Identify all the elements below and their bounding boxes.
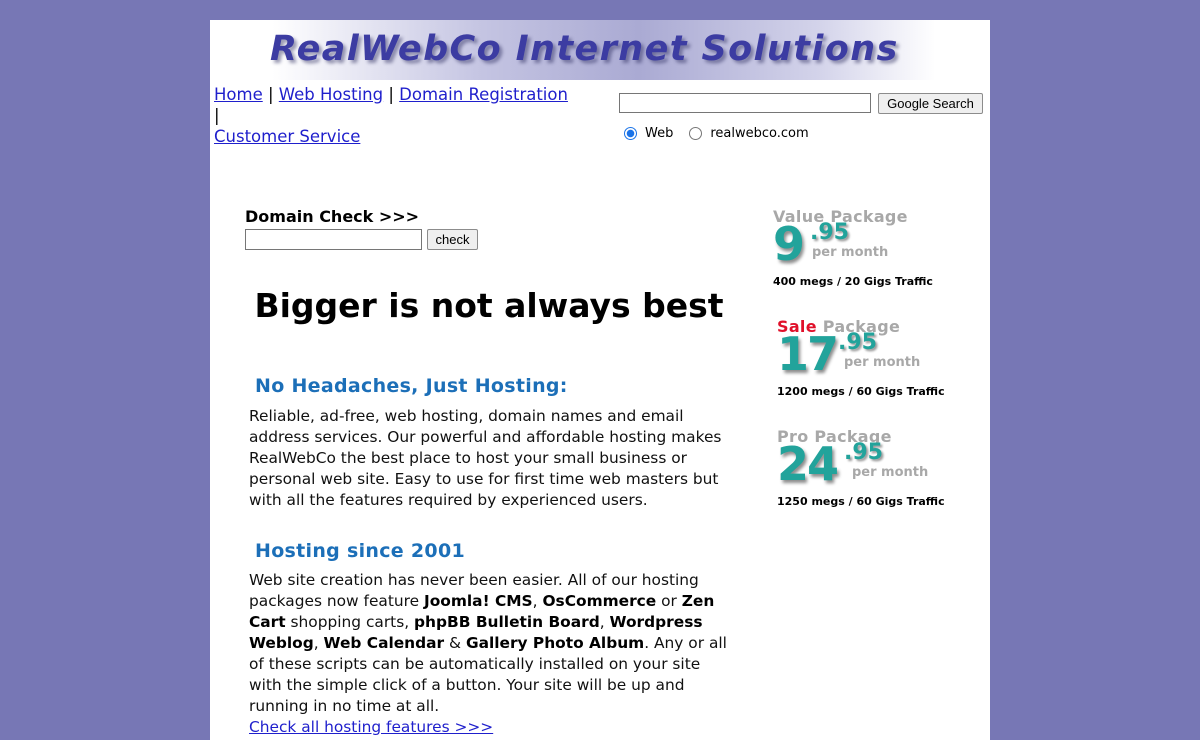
package-price-cents: .95 [844,440,883,465]
search-scope-options: Web realwebco.com [624,126,809,141]
search-site-radio[interactable] [689,127,703,140]
domain-check-label: Domain Check >>> [245,207,420,226]
package-price: 24 [777,437,839,491]
nav-link-web-hosting[interactable]: Web Hosting [279,85,383,104]
domain-check-input[interactable] [245,229,422,250]
search-web-label: Web [645,126,674,141]
page-headline: Bigger is not always best [254,286,724,325]
feature-web-calendar: Web Calendar [323,634,445,652]
nav-separator: | [214,106,220,125]
section-title-hosting-since: Hosting since 2001 [255,540,465,562]
package-value[interactable]: Value Package 9 .95 per month 400 megs /… [773,207,973,307]
package-pro[interactable]: Pro Package 24 .95 per month 1250 megs /… [777,427,977,527]
nav-separator: | [267,85,274,104]
feature-phpbb: phpBB Bulletin Board [414,613,600,631]
package-per-month: per month [844,355,921,370]
package-traffic: 1250 megs / 60 Gigs Traffic [777,495,945,508]
package-traffic: 1200 megs / 60 Gigs Traffic [777,385,945,398]
search-input[interactable] [619,93,871,113]
nav-link-domain-registration[interactable]: Domain Registration [399,85,568,104]
package-per-month: per month [852,465,929,480]
google-search-button[interactable]: Google Search [878,93,983,114]
header-banner: RealWebCo Internet Solutions [210,20,990,80]
package-traffic: 400 megs / 20 Gigs Traffic [773,275,933,288]
section-text-hosting-since: Web site creation has never been easier.… [249,571,727,715]
feature-joomla: Joomla! CMS [424,592,533,610]
page-container: RealWebCo Internet Solutions Home | Web … [210,20,990,740]
site-logo-title: RealWebCo Internet Solutions [270,29,899,69]
nav-link-customer-service[interactable]: Customer Service [214,127,360,146]
package-per-month: per month [812,245,889,260]
domain-check-button[interactable]: check [427,229,478,250]
package-price-cents: .95 [810,220,849,245]
package-price-cents: .95 [838,330,877,355]
package-price: 9 [773,217,805,271]
search-site-label: realwebco.com [710,126,809,141]
feature-gallery: Gallery Photo Album [465,634,645,652]
feature-oscommerce: OsCommerce [542,592,657,610]
section-title-no-headaches: No Headaches, Just Hosting: [255,375,568,397]
section-text-no-headaches: Reliable, ad-free, web hosting, domain n… [249,407,722,509]
search-web-radio[interactable] [624,127,637,140]
package-price: 17 [777,327,839,381]
package-sale[interactable]: Sale Package 17 .95 per month 1200 megs … [777,317,977,417]
nav-separator: | [388,85,394,104]
nav-link-home[interactable]: Home [214,85,263,104]
check-hosting-features-link[interactable]: Check all hosting features >>> [249,717,493,738]
main-nav: Home | Web Hosting | Domain Registration… [214,84,574,147]
